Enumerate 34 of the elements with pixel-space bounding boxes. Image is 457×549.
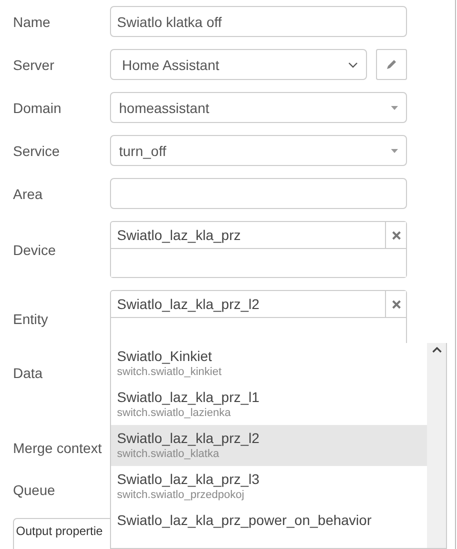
- text-field[interactable]: [110, 178, 407, 209]
- panel-title: Output propertie: [15, 523, 104, 540]
- field-label: Entity: [13, 310, 50, 326]
- text-field[interactable]: Swiatlo klatka off: [110, 6, 407, 37]
- scrollbar[interactable]: [427, 343, 446, 548]
- close-icon: [392, 300, 400, 308]
- scroll-up-icon[interactable]: [432, 347, 442, 353]
- field-label: Queue: [13, 482, 56, 498]
- server-select[interactable]: Home Assistant: [110, 49, 367, 80]
- chevron-icon: [348, 62, 358, 68]
- menu-option[interactable]: Swiatlo_laz_kla_prz_l3 switch.swiatlo_przedpokoj: [111, 466, 427, 507]
- clear-button[interactable]: [385, 291, 406, 317]
- multiselect-field[interactable]: Swiatlo_laz_kla_prz: [110, 221, 407, 278]
- dropdown-field[interactable]: homeassistant: [110, 92, 407, 123]
- selected-tag: Swiatlo_laz_kla_prz: [111, 222, 385, 248]
- field-label: Domain: [13, 100, 62, 116]
- caret-icon: [391, 106, 398, 110]
- close-icon: [392, 230, 400, 240]
- clear-button[interactable]: [385, 222, 406, 248]
- selected-tag: Swiatlo_laz_kla_prz_l2: [111, 291, 385, 317]
- field-label: Server: [13, 56, 56, 72]
- field-label: Merge context: [13, 440, 103, 456]
- field-label: Data: [13, 364, 44, 381]
- caret-icon: [391, 148, 398, 152]
- field-label: Name: [13, 14, 52, 30]
- menu-option[interactable]: Swiatlo_laz_kla_prz_power_on_behavior: [111, 507, 427, 548]
- dropdown-field[interactable]: turn_off: [110, 135, 407, 166]
- pencil-icon: [386, 59, 397, 70]
- menu-option[interactable]: Swiatlo_laz_kla_prz_l1 switch.swiatlo_lazienka: [111, 384, 427, 425]
- field-label: Device: [13, 242, 57, 258]
- field-label: Service: [13, 142, 61, 158]
- edit-button[interactable]: [376, 49, 407, 80]
- field-label: Area: [13, 186, 44, 202]
- menu-option[interactable]: Swiatlo_laz_kla_prz_l2 switch.swiatlo_klatka: [111, 425, 427, 466]
